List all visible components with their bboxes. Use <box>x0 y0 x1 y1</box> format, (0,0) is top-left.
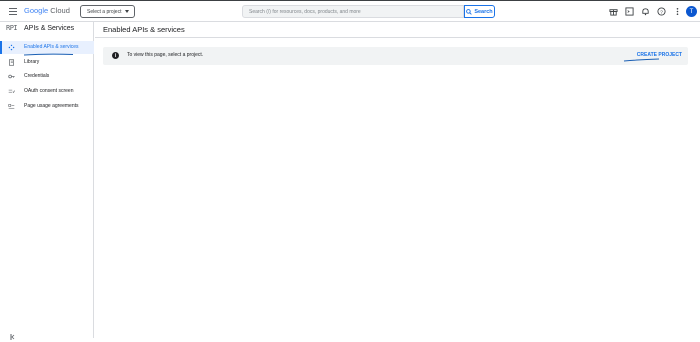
sidebar-item-label: Enabled APIs & services <box>24 44 79 50</box>
sidebar: RPI APIs & Services Enabled APIs & servi… <box>0 22 94 340</box>
search-input[interactable]: Search (/) for resources, docs, products… <box>242 5 464 18</box>
gift-icon[interactable] <box>609 7 618 16</box>
svg-text:?: ? <box>660 9 663 15</box>
handwritten-underline <box>623 58 660 62</box>
collapse-sidebar-icon[interactable] <box>10 334 15 342</box>
account-avatar[interactable]: T <box>686 6 697 17</box>
sidebar-item-oauth-consent[interactable]: OAuth consent screen <box>0 85 94 98</box>
settings-list-icon <box>8 104 15 109</box>
search-icon <box>466 8 473 15</box>
more-options-icon[interactable] <box>673 7 682 16</box>
api-diamond-icon <box>8 44 15 51</box>
main-content: Enabled APIs & services i To view this p… <box>95 22 700 338</box>
info-icon: i <box>112 52 119 59</box>
search-button-label: Search <box>474 8 493 15</box>
api-logo-icon: RPI <box>6 24 18 32</box>
project-selector-label: Select a project <box>87 8 122 15</box>
banner-message: To view this page, select a project. <box>127 52 204 58</box>
consent-icon <box>8 89 15 94</box>
logo-cloud-text: Cloud <box>50 6 70 15</box>
sidebar-item-page-usage[interactable]: Page usage agreements <box>0 100 94 113</box>
main-menu-icon[interactable] <box>9 8 17 15</box>
caret-down-icon <box>125 10 130 13</box>
header-divider <box>95 37 700 38</box>
top-bar: Google Cloud Select a project Search (/)… <box>0 0 700 22</box>
sidebar-item-credentials[interactable]: Credentials <box>0 70 94 83</box>
avatar-initial: T <box>689 8 694 15</box>
google-cloud-logo[interactable]: Google Cloud <box>24 6 70 15</box>
sidebar-item-label: Credentials <box>24 73 50 79</box>
sidebar-title: APIs & Services <box>24 25 75 32</box>
notifications-bell-icon[interactable] <box>641 7 650 16</box>
page-title: Enabled APIs & services <box>103 25 185 34</box>
cloud-shell-icon[interactable] <box>625 7 634 16</box>
project-selector-button[interactable]: Select a project <box>80 5 135 18</box>
sidebar-item-label: OAuth consent screen <box>24 88 74 94</box>
search-button[interactable]: Search <box>464 5 495 18</box>
logo-google-text: Google <box>24 6 49 15</box>
key-icon <box>8 74 15 79</box>
select-project-banner: i To view this page, select a project. C… <box>103 47 688 65</box>
sidebar-header: RPI APIs & Services <box>0 22 94 36</box>
sidebar-item-library[interactable]: Library <box>0 56 94 69</box>
sidebar-item-label: Library <box>24 59 40 65</box>
search-placeholder: Search (/) for resources, docs, products… <box>249 8 361 15</box>
sidebar-item-label: Page usage agreements <box>24 103 79 109</box>
library-icon <box>9 59 14 66</box>
help-icon[interactable]: ? <box>657 7 666 16</box>
